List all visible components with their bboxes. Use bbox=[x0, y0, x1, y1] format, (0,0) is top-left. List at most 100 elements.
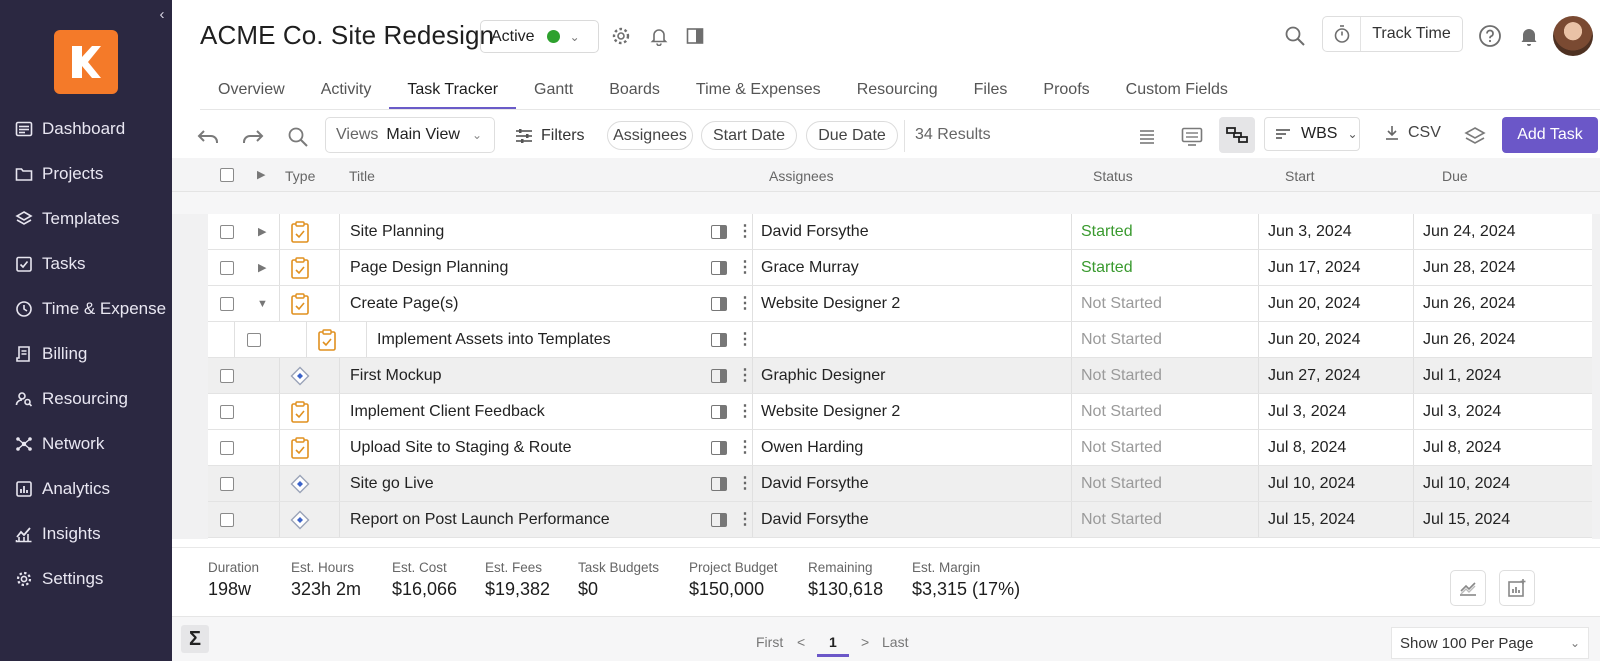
row-menu-icon[interactable]: ⋮ bbox=[737, 502, 753, 537]
tab-task-tracker[interactable]: Task Tracker bbox=[389, 78, 517, 110]
sidebar-item-network[interactable]: Network bbox=[0, 421, 172, 466]
row-menu-icon[interactable]: ⋮ bbox=[737, 466, 753, 501]
open-panel-icon[interactable] bbox=[711, 404, 727, 419]
sidebar-item-time-expense[interactable]: Time & Expense bbox=[0, 286, 172, 331]
open-panel-icon[interactable] bbox=[711, 368, 727, 383]
task-assignee[interactable]: Website Designer 2 bbox=[761, 286, 900, 321]
row-menu-icon[interactable]: ⋮ bbox=[737, 214, 753, 249]
sidebar-item-settings[interactable]: Settings bbox=[0, 556, 172, 601]
task-title[interactable]: Site Planning bbox=[350, 214, 444, 249]
task-start-date[interactable]: Jul 8, 2024 bbox=[1268, 430, 1346, 465]
task-status[interactable]: Started bbox=[1081, 214, 1133, 249]
task-start-date[interactable]: Jun 20, 2024 bbox=[1268, 322, 1361, 357]
task-status[interactable]: Not Started bbox=[1081, 466, 1162, 501]
row-checkbox[interactable] bbox=[220, 368, 234, 383]
tab-files[interactable]: Files bbox=[956, 78, 1026, 110]
task-due-date[interactable]: Jun 26, 2024 bbox=[1423, 286, 1516, 321]
task-assignee[interactable]: David Forsythe bbox=[761, 502, 869, 537]
task-start-date[interactable]: Jun 3, 2024 bbox=[1268, 214, 1352, 249]
tab-resourcing[interactable]: Resourcing bbox=[839, 78, 956, 110]
task-status[interactable]: Not Started bbox=[1081, 358, 1162, 393]
task-status[interactable]: Not Started bbox=[1081, 322, 1162, 357]
hierarchy-view-icon[interactable] bbox=[1219, 117, 1255, 153]
tab-activity[interactable]: Activity bbox=[303, 78, 390, 110]
task-start-date[interactable]: Jul 15, 2024 bbox=[1268, 502, 1355, 537]
task-due-date[interactable]: Jul 8, 2024 bbox=[1423, 430, 1501, 465]
side-panel-icon[interactable] bbox=[683, 24, 707, 48]
select-all-checkbox[interactable] bbox=[220, 168, 234, 182]
task-status[interactable]: Not Started bbox=[1081, 394, 1162, 429]
task-assignee[interactable]: Owen Harding bbox=[761, 430, 863, 465]
collapse-sidebar-icon[interactable]: ‹ bbox=[154, 6, 170, 24]
sidebar-item-resourcing[interactable]: Resourcing bbox=[0, 376, 172, 421]
open-panel-icon[interactable] bbox=[711, 476, 727, 491]
row-menu-icon[interactable]: ⋮ bbox=[737, 286, 753, 321]
tab-overview[interactable]: Overview bbox=[200, 78, 303, 110]
task-title[interactable]: Implement Assets into Templates bbox=[377, 322, 611, 357]
track-time-button[interactable]: Track Time bbox=[1322, 16, 1463, 52]
task-start-date[interactable]: Jun 17, 2024 bbox=[1268, 250, 1361, 285]
help-icon[interactable] bbox=[1478, 24, 1502, 48]
row-menu-icon[interactable]: ⋮ bbox=[737, 430, 753, 465]
tab-gantt[interactable]: Gantt bbox=[516, 78, 591, 110]
trend-chart-icon[interactable] bbox=[1450, 570, 1486, 606]
layers-toggle-icon[interactable] bbox=[1460, 122, 1490, 152]
row-checkbox[interactable] bbox=[220, 296, 234, 311]
search-icon[interactable] bbox=[1283, 24, 1307, 48]
table-row[interactable]: Report on Post Launch Performance ⋮ Davi… bbox=[208, 502, 1592, 538]
expand-row-icon[interactable]: ▶ bbox=[258, 250, 266, 285]
open-panel-icon[interactable] bbox=[711, 440, 727, 455]
row-checkbox[interactable] bbox=[220, 260, 234, 275]
undo-icon[interactable] bbox=[193, 122, 223, 152]
open-panel-icon[interactable] bbox=[711, 332, 727, 347]
views-select[interactable]: Views Main View ⌄ bbox=[325, 117, 495, 153]
sigma-totals-icon[interactable]: Σ bbox=[181, 625, 209, 653]
sidebar-item-analytics[interactable]: Analytics bbox=[0, 466, 172, 511]
redo-icon[interactable] bbox=[238, 122, 268, 152]
row-checkbox[interactable] bbox=[220, 404, 234, 419]
table-row[interactable]: ▶ Page Design Planning ⋮ Grace Murray St… bbox=[208, 250, 1592, 286]
task-title[interactable]: Page Design Planning bbox=[350, 250, 508, 285]
task-start-date[interactable]: Jul 3, 2024 bbox=[1268, 394, 1346, 429]
tab-proofs[interactable]: Proofs bbox=[1025, 78, 1107, 110]
table-search-icon[interactable] bbox=[283, 122, 313, 152]
task-status[interactable]: Not Started bbox=[1081, 502, 1162, 537]
table-row[interactable]: Upload Site to Staging & Route ⋮ Owen Ha… bbox=[208, 430, 1592, 466]
sidebar-item-projects[interactable]: Projects bbox=[0, 151, 172, 196]
row-checkbox[interactable] bbox=[220, 512, 234, 527]
tab-boards[interactable]: Boards bbox=[591, 78, 678, 110]
expand-all-icon[interactable]: ▶ bbox=[257, 168, 265, 181]
task-assignee[interactable]: Graphic Designer bbox=[761, 358, 886, 393]
task-due-date[interactable]: Jun 26, 2024 bbox=[1423, 322, 1516, 357]
table-row[interactable]: Implement Assets into Templates ⋮ Not St… bbox=[208, 322, 1592, 358]
task-title[interactable]: Implement Client Feedback bbox=[350, 394, 545, 429]
task-due-date[interactable]: Jul 15, 2024 bbox=[1423, 502, 1510, 537]
column-header-type[interactable]: Type bbox=[285, 168, 315, 184]
list-view-icon[interactable] bbox=[1132, 122, 1162, 152]
table-row[interactable]: Site go Live ⋮ David Forsythe Not Starte… bbox=[208, 466, 1592, 502]
task-title[interactable]: First Mockup bbox=[350, 358, 442, 393]
open-panel-icon[interactable] bbox=[711, 224, 727, 239]
notification-bell-icon[interactable] bbox=[647, 24, 671, 48]
sidebar-item-templates[interactable]: Templates bbox=[0, 196, 172, 241]
task-status[interactable]: Not Started bbox=[1081, 430, 1162, 465]
task-start-date[interactable]: Jul 10, 2024 bbox=[1268, 466, 1355, 501]
filters-button[interactable]: Filters bbox=[515, 122, 585, 150]
pager-first[interactable]: First bbox=[756, 634, 783, 650]
task-start-date[interactable]: Jun 20, 2024 bbox=[1268, 286, 1361, 321]
pager-next[interactable]: > bbox=[861, 634, 869, 650]
sidebar-item-tasks[interactable]: Tasks bbox=[0, 241, 172, 286]
collapse-row-icon[interactable]: ▼ bbox=[257, 286, 268, 321]
filter-pill-start-date[interactable]: Start Date bbox=[701, 121, 797, 150]
row-menu-icon[interactable]: ⋮ bbox=[737, 394, 753, 429]
row-menu-icon[interactable]: ⋮ bbox=[737, 322, 753, 357]
row-checkbox[interactable] bbox=[220, 476, 234, 491]
task-assignee[interactable]: David Forsythe bbox=[761, 466, 869, 501]
open-panel-icon[interactable] bbox=[711, 512, 727, 527]
task-title[interactable]: Site go Live bbox=[350, 466, 434, 501]
task-assignee[interactable]: Website Designer 2 bbox=[761, 394, 900, 429]
open-panel-icon[interactable] bbox=[711, 296, 727, 311]
app-logo[interactable] bbox=[54, 30, 118, 94]
task-assignee[interactable]: Grace Murray bbox=[761, 250, 859, 285]
sidebar-item-dashboard[interactable]: Dashboard bbox=[0, 106, 172, 151]
